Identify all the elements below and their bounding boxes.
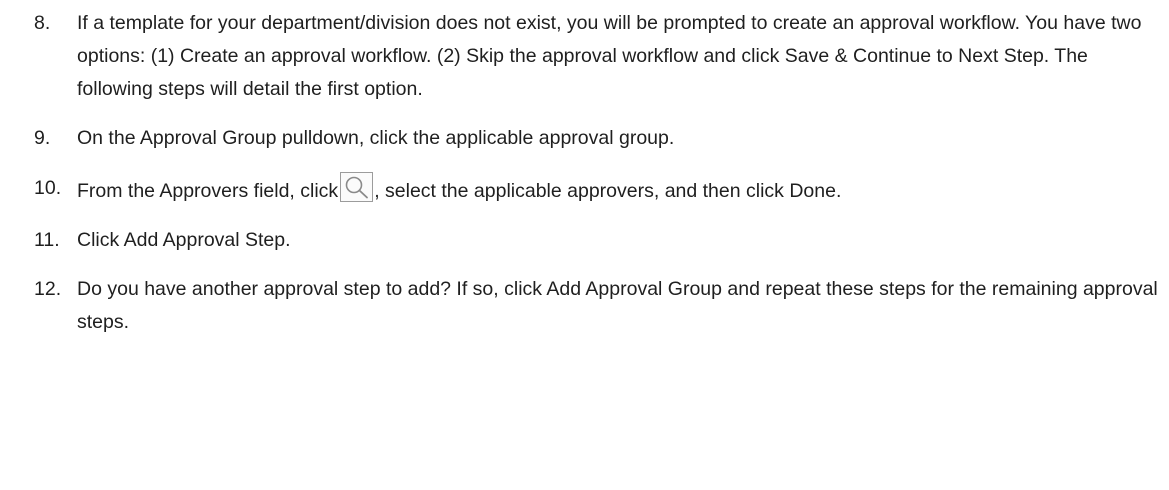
- step-text: Do you have another approval step to add…: [77, 278, 1158, 333]
- instruction-steps: 8. If a template for your department/div…: [34, 0, 1164, 339]
- step-number: 9.: [34, 127, 51, 149]
- step-number: 8.: [34, 12, 51, 34]
- step-text: From the Approvers field, click , select …: [77, 172, 1164, 208]
- search-icon: [340, 172, 374, 202]
- step-10: 10. From the Approvers field, click , sel…: [34, 172, 1164, 208]
- step-8: 8. If a template for your department/div…: [34, 7, 1164, 106]
- step-text: Click Add Approval Step.: [77, 229, 291, 251]
- step-number: 11.: [34, 229, 60, 251]
- step-text-after-icon: , select the applicable approvers, and t…: [374, 180, 842, 202]
- step-number: 10.: [34, 177, 62, 199]
- step-number: 12.: [34, 278, 62, 300]
- step-text: On the Approval Group pulldown, click th…: [77, 127, 675, 149]
- step-12: 12. Do you have another approval step to…: [34, 273, 1164, 339]
- step-9: 9. On the Approval Group pulldown, click…: [34, 122, 1164, 155]
- step-text-before-icon: From the Approvers field, click: [77, 180, 339, 202]
- step-11: 11. Click Add Approval Step.: [34, 224, 1164, 257]
- step-text: If a template for your department/divisi…: [77, 12, 1142, 100]
